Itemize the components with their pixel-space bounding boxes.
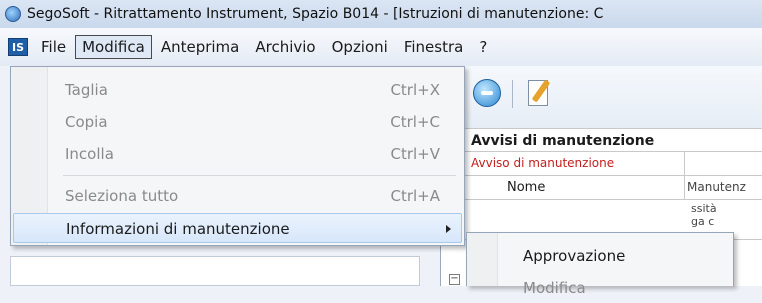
menu-item-paste[interactable]: Incolla Ctrl+V xyxy=(13,139,462,169)
menu-item-select-all[interactable]: Seleziona tutto Ctrl+A xyxy=(13,181,462,211)
toolbar-separator xyxy=(512,80,513,108)
app-icon xyxy=(5,6,21,22)
menu-finestra[interactable]: Finestra xyxy=(397,35,471,59)
document-edit-icon xyxy=(528,80,548,106)
name-label: Nome xyxy=(441,176,685,199)
grid-header: Avvisi di manutenzione xyxy=(441,128,762,152)
menu-file[interactable]: File xyxy=(34,35,73,59)
menu-bar: IS File Modifica Anteprima Archivio Opzi… xyxy=(0,28,762,66)
cut-shortcut: Ctrl+X xyxy=(390,81,440,99)
partial-line-2: ga c xyxy=(691,215,715,228)
paste-label: Incolla xyxy=(65,145,114,163)
partial-value: ssità ga c xyxy=(691,202,717,228)
notice-label: Avviso di manutenzione xyxy=(441,152,685,175)
cut-label: Taglia xyxy=(65,81,108,99)
paste-shortcut: Ctrl+V xyxy=(390,145,440,163)
menu-opzioni[interactable]: Opzioni xyxy=(325,35,395,59)
partial-line-1: ssità xyxy=(691,202,717,215)
select-all-label: Seleziona tutto xyxy=(65,187,179,205)
navigate-button[interactable] xyxy=(470,76,504,110)
copy-shortcut: Ctrl+C xyxy=(390,113,440,131)
document-window-icon[interactable]: IS xyxy=(8,38,28,56)
title-bar: SegoSoft - Ritrattamento Instrument, Spa… xyxy=(0,0,762,29)
menu-modifica[interactable]: Modifica xyxy=(75,35,152,59)
edit-document-button[interactable] xyxy=(522,76,556,110)
menu-separator xyxy=(63,175,456,176)
submenu-arrow-icon xyxy=(446,225,451,233)
grid-row-notice[interactable]: Avviso di manutenzione xyxy=(441,152,762,176)
submenu-item-edit[interactable]: Modifica xyxy=(507,273,727,303)
maintenance-info-submenu: Approvazione Modifica xyxy=(466,232,734,297)
submenu-icon-gutter xyxy=(467,233,498,286)
maintenance-info-label: Informazioni di manutenzione xyxy=(66,220,290,238)
edit-menu-dropdown: Taglia Ctrl+X Copia Ctrl+C Incolla Ctrl+… xyxy=(10,66,465,246)
window-title: SegoSoft - Ritrattamento Instrument, Spa… xyxy=(27,6,604,22)
menu-item-cut[interactable]: Taglia Ctrl+X xyxy=(13,75,462,105)
copy-label: Copia xyxy=(65,113,108,131)
menu-archivio[interactable]: Archivio xyxy=(248,35,322,59)
menu-item-maintenance-info[interactable]: Informazioni di manutenzione xyxy=(13,213,462,243)
submenu-item-approval[interactable]: Approvazione xyxy=(507,241,727,271)
left-input-field[interactable] xyxy=(10,256,420,286)
navigate-arrow-icon xyxy=(473,79,501,107)
collapse-toggle[interactable]: − xyxy=(449,274,460,285)
grid-row-name[interactable]: Nome Manutenz xyxy=(441,176,762,200)
select-all-shortcut: Ctrl+A xyxy=(390,187,440,205)
name-value: Manutenz xyxy=(687,180,746,194)
menu-item-copy[interactable]: Copia Ctrl+C xyxy=(13,107,462,137)
menu-help[interactable]: ? xyxy=(472,35,494,59)
menu-anteprima[interactable]: Anteprima xyxy=(154,35,247,59)
